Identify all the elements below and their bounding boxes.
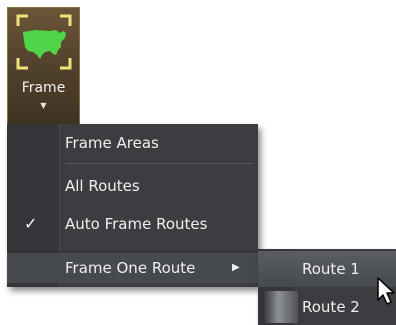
menu-item-label: Frame One Route — [65, 259, 196, 277]
submenu-item-label: Route 1 — [302, 260, 360, 278]
frame-button-label: Frame — [21, 80, 66, 96]
dropdown-arrow-icon[interactable]: ▼ — [8, 101, 79, 110]
menu-item-all-routes[interactable]: All Routes — [7, 171, 258, 201]
menu-item-frame-areas[interactable]: Frame Areas — [7, 128, 258, 158]
menu-item-frame-one-route[interactable]: Frame One Route ▶ — [7, 253, 258, 283]
menu-item-auto-frame-routes[interactable]: ✓ Auto Frame Routes — [7, 209, 258, 239]
usa-map-frame-icon — [16, 14, 72, 70]
checkmark-icon: ✓ — [24, 214, 38, 233]
menu-item-label: Frame Areas — [65, 134, 159, 152]
menu-item-label: All Routes — [65, 177, 140, 195]
mouse-pointer-icon — [377, 277, 395, 305]
frame-button[interactable]: Frame ▼ — [7, 7, 80, 124]
frame-dropdown-menu: Frame Areas All Routes ✓ Auto Frame Rout… — [7, 124, 258, 287]
menu-separator — [7, 251, 258, 252]
route-thumbnail — [262, 291, 298, 323]
submenu-item-label: Route 2 — [302, 298, 360, 316]
menu-item-label: Auto Frame Routes — [65, 215, 208, 233]
menu-separator — [65, 163, 253, 164]
submenu-arrow-icon: ▶ — [232, 262, 240, 273]
